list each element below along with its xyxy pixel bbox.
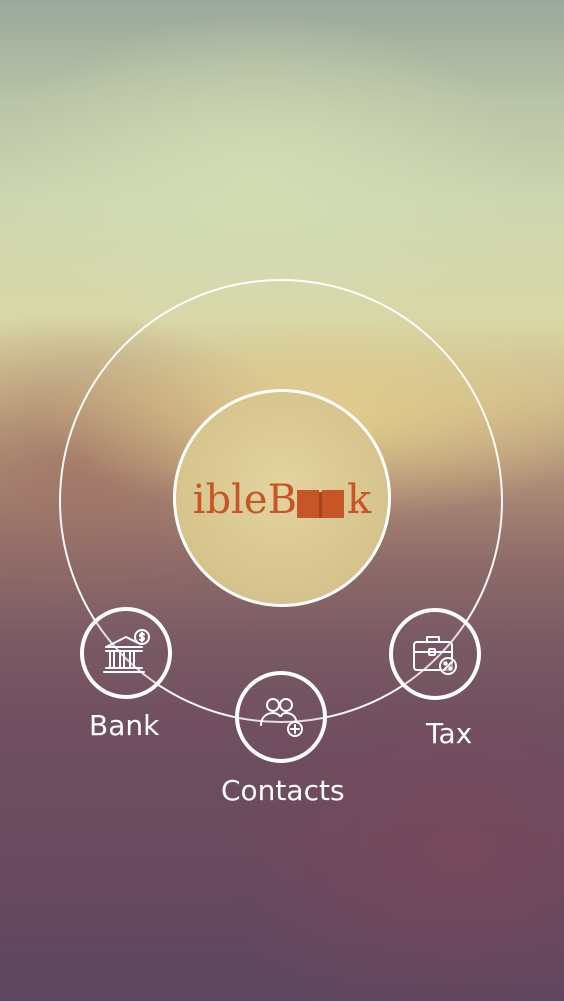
app-logo: ible B k — [193, 480, 372, 520]
tax-button[interactable] — [389, 608, 481, 700]
bank-label[interactable]: Bank — [89, 712, 159, 740]
bank-button[interactable] — [80, 607, 172, 699]
tax-briefcase-icon — [413, 636, 457, 675]
logo-text-b: B — [267, 477, 298, 523]
home-screen: ible B k Bank Contacts Tax — [0, 0, 564, 1001]
logo-text-prefix: ible — [192, 477, 268, 523]
contacts-button[interactable] — [235, 671, 327, 763]
bank-icon — [103, 629, 150, 673]
tax-label[interactable]: Tax — [426, 720, 472, 748]
contacts-label[interactable]: Contacts — [221, 777, 345, 805]
logo-badge: ible B k — [173, 389, 391, 607]
open-book-icon — [297, 490, 345, 518]
logo-text-suffix: k — [347, 477, 372, 523]
add-contacts-icon — [260, 698, 303, 737]
